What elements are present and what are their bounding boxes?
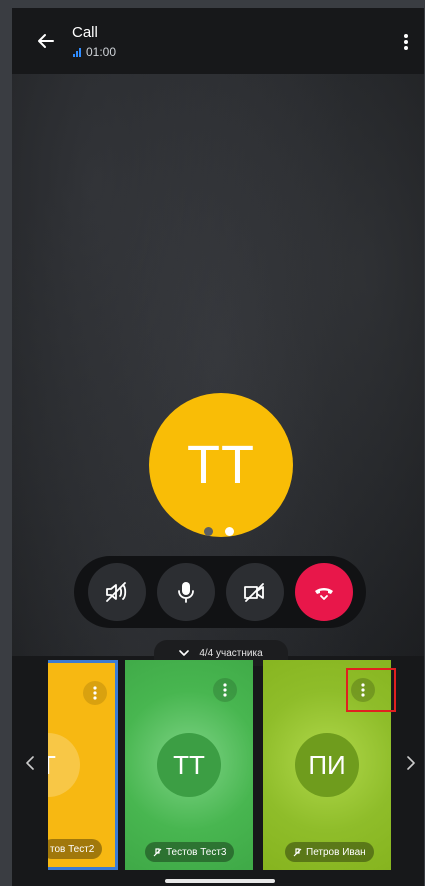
home-indicator: [165, 879, 275, 883]
end-call-button[interactable]: [294, 563, 353, 621]
participant-name: Тестов Тест3: [145, 842, 235, 862]
speaker-off-icon: [105, 582, 126, 602]
participant-menu-button[interactable]: [213, 678, 237, 702]
call-title: Call: [72, 23, 98, 41]
participant-menu-button[interactable]: [83, 681, 107, 705]
arrow-left-icon: [38, 34, 54, 48]
more-options-button[interactable]: [394, 30, 418, 54]
more-vertical-icon: [223, 683, 227, 697]
prev-participants-button[interactable]: [20, 748, 40, 778]
participants-count: 4/4 участника: [199, 647, 263, 659]
participant-tile[interactable]: T тов Тест2: [48, 660, 118, 870]
highlight-box: [346, 668, 396, 712]
participant-tile[interactable]: ТТ Тестов Тест3: [125, 660, 253, 870]
page-dot-2[interactable]: [225, 527, 234, 536]
mic-off-icon: [153, 847, 162, 856]
caller-avatar: TT: [149, 393, 293, 537]
participant-avatar: T: [48, 733, 80, 797]
call-screen: Call 01:00 TT 4/4 участника тов Тест2 ТТ…: [12, 8, 424, 886]
chevron-down-icon: [179, 650, 190, 656]
participant-name: тов Тест2: [48, 839, 103, 859]
participant-avatar: ПИ: [295, 733, 359, 797]
call-timer: 01:00: [86, 44, 117, 59]
device-frame: Call 01:00 TT 4/4 участника тов Тест2 ТТ…: [0, 0, 425, 886]
speaker-toggle-button[interactable]: [87, 563, 146, 621]
chevron-left-icon: [26, 756, 34, 770]
microphone-button[interactable]: [156, 563, 215, 621]
camera-off-icon: [243, 583, 264, 602]
back-button[interactable]: [24, 19, 68, 63]
more-vertical-icon: [93, 686, 97, 700]
call-controls: [74, 556, 366, 628]
call-title-block: Call 01:00: [72, 24, 116, 59]
end-call-icon: [314, 588, 333, 600]
page-dot-1[interactable]: [204, 527, 213, 536]
participant-avatar: ТТ: [157, 733, 221, 797]
more-vertical-icon: [404, 34, 408, 50]
top-bar: Call 01:00: [12, 8, 424, 74]
mic-off-icon: [293, 847, 302, 856]
page-indicator: [204, 527, 234, 536]
next-participants-button[interactable]: [401, 748, 421, 778]
mic-icon: [177, 582, 194, 603]
participant-name: Петров Иван: [285, 842, 374, 862]
chevron-right-icon: [407, 756, 415, 770]
camera-toggle-button[interactable]: [225, 563, 284, 621]
call-status: 01:00: [72, 45, 116, 59]
signal-icon: [73, 47, 81, 57]
